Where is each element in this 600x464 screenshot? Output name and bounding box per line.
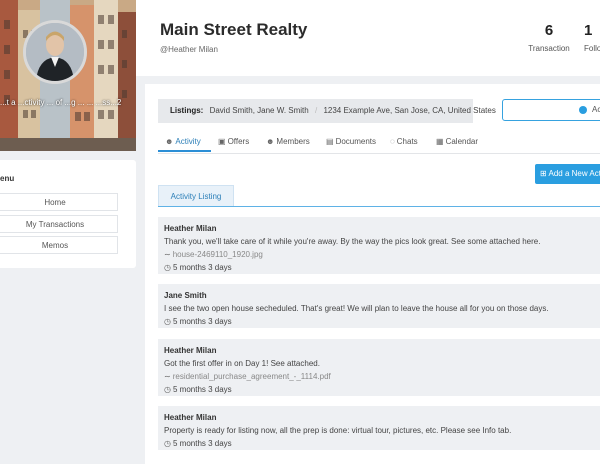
feed-time: ◷ 5 months 3 days <box>164 317 600 326</box>
calendar-icon: ▦ <box>436 137 444 146</box>
active-tab-indicator <box>158 150 211 152</box>
add-activity-button[interactable]: ⊞ Add a New Acti <box>535 164 600 184</box>
feed-message: Property is ready for listing now, all t… <box>164 426 512 435</box>
subtab-divider <box>158 206 600 207</box>
feed-attachment-label: house-2469110_1920.jpg <box>172 250 263 259</box>
feed-time: ◷ 5 months 3 days <box>164 439 600 448</box>
tab-members[interactable]: ☻ Members <box>266 137 310 146</box>
user-handle[interactable]: @Heather Milan <box>160 45 218 54</box>
feed-message: Thank you, we'll take care of it while y… <box>164 237 541 246</box>
feed-message: I see the two open house secheduled. Tha… <box>164 304 549 313</box>
document-icon: ▤ <box>326 137 334 146</box>
listing-info: Listings: David Smith, Jane W. Smith / 1… <box>158 99 496 123</box>
stat-transactions-label: Transaction <box>528 44 570 53</box>
paperclip-icon: ∼ <box>164 372 171 381</box>
stat-followers-label: Follo <box>584 44 600 53</box>
feed-attachment[interactable]: ∼ residential_purchase_agreement_-_1114.p… <box>164 372 600 381</box>
listing-separator: / <box>314 106 318 115</box>
cover-caption: ...t a ...ctivity ... of ...g ... ... ..… <box>0 98 122 107</box>
tab-offers[interactable]: ▣ Offers <box>218 137 249 146</box>
group-icon: ☻ <box>266 137 275 146</box>
tab-chats[interactable]: ◌ Chats <box>390 137 418 146</box>
feed-author: Heather Milan <box>164 413 217 422</box>
sidebar-menu: enu Home My Transactions Memos <box>0 160 136 268</box>
feed-time-label: 5 months 3 days <box>172 439 232 448</box>
feed-attachment[interactable]: ∼ house-2469110_1920.jpg <box>164 250 600 259</box>
search-text: Ac <box>592 105 600 114</box>
tab-offers-label: Offers <box>227 137 250 146</box>
menu-title: enu <box>0 174 15 183</box>
list-item: Jane Smith I see the two open house sech… <box>158 284 600 328</box>
tab-activity-label: Activity <box>175 137 201 146</box>
feed-time: ◷ 5 months 3 days <box>164 385 600 394</box>
listing-prefix: Listings: <box>170 106 204 115</box>
feed-time-label: 5 months 3 days <box>172 263 232 272</box>
feed-time-label: 5 months 3 days <box>172 385 232 394</box>
tab-calendar-label: Calendar <box>445 137 479 146</box>
add-activity-label: Add a New Acti <box>548 169 600 178</box>
profile-cover: ...t a ...ctivity ... of ...g ... ... ..… <box>0 0 136 151</box>
feed-time-label: 5 months 3 days <box>172 317 232 326</box>
clock-icon: ◷ <box>164 439 171 448</box>
stat-followers-value: 1 <box>584 22 593 39</box>
page-title: Main Street Realty <box>160 20 308 39</box>
clock-icon: ◷ <box>164 263 171 272</box>
listing-address: 1234 Example Ave, San Jose, CA, United S… <box>323 106 496 115</box>
list-item: Heather Milan Property is ready for list… <box>158 406 600 450</box>
status-dot-icon <box>579 106 587 114</box>
sidebar-item-memos[interactable]: Memos <box>0 236 118 254</box>
stat-transactions[interactable]: 6 Transaction <box>527 22 571 53</box>
search-input[interactable]: Ac <box>502 99 600 121</box>
paperclip-icon: ∼ <box>164 250 171 259</box>
tab-bar: ☻ Activity ▣ Offers ☻ Members ▤ Documents ◌ C… <box>158 133 600 154</box>
sidebar-item-home[interactable]: Home <box>0 193 118 211</box>
sidebar-item-my-transactions[interactable]: My Transactions <box>0 215 118 233</box>
tab-members-label: Members <box>276 137 310 146</box>
tab-documents[interactable]: ▤ Documents <box>326 137 376 146</box>
feed-attachment-label: residential_purchase_agreement_-_1114.pd… <box>172 372 331 381</box>
briefcase-icon: ▣ <box>218 137 226 146</box>
feed-message: Got the first offer in on Day 1! See att… <box>164 359 320 368</box>
clock-icon: ◷ <box>164 317 171 326</box>
clock-icon: ◷ <box>164 385 171 394</box>
tab-chats-label: Chats <box>396 137 418 146</box>
tab-activity[interactable]: ☻ Activity <box>165 137 201 146</box>
feed-author: Jane Smith <box>164 291 207 300</box>
tab-activity-listing[interactable]: Activity Listing <box>158 185 234 206</box>
tab-documents-label: Documents <box>335 137 377 146</box>
feed-time: ◷ 5 months 3 days <box>164 263 600 272</box>
feed-author: Heather Milan <box>164 224 217 233</box>
list-item: Heather Milan Got the first offer in on … <box>158 339 600 396</box>
feed-author: Heather Milan <box>164 346 217 355</box>
tab-calendar[interactable]: ▦ Calendar <box>436 137 478 146</box>
list-item: Heather Milan Thank you, we'll take care… <box>158 217 600 274</box>
users-icon: ☻ <box>165 137 174 146</box>
stat-transactions-value: 6 <box>544 22 554 39</box>
avatar[interactable] <box>23 20 87 84</box>
stat-followers[interactable]: 1 Follo <box>584 22 600 53</box>
listing-names: David Smith, Jane W. Smith <box>209 106 309 115</box>
chat-icon: ◌ <box>390 137 395 146</box>
